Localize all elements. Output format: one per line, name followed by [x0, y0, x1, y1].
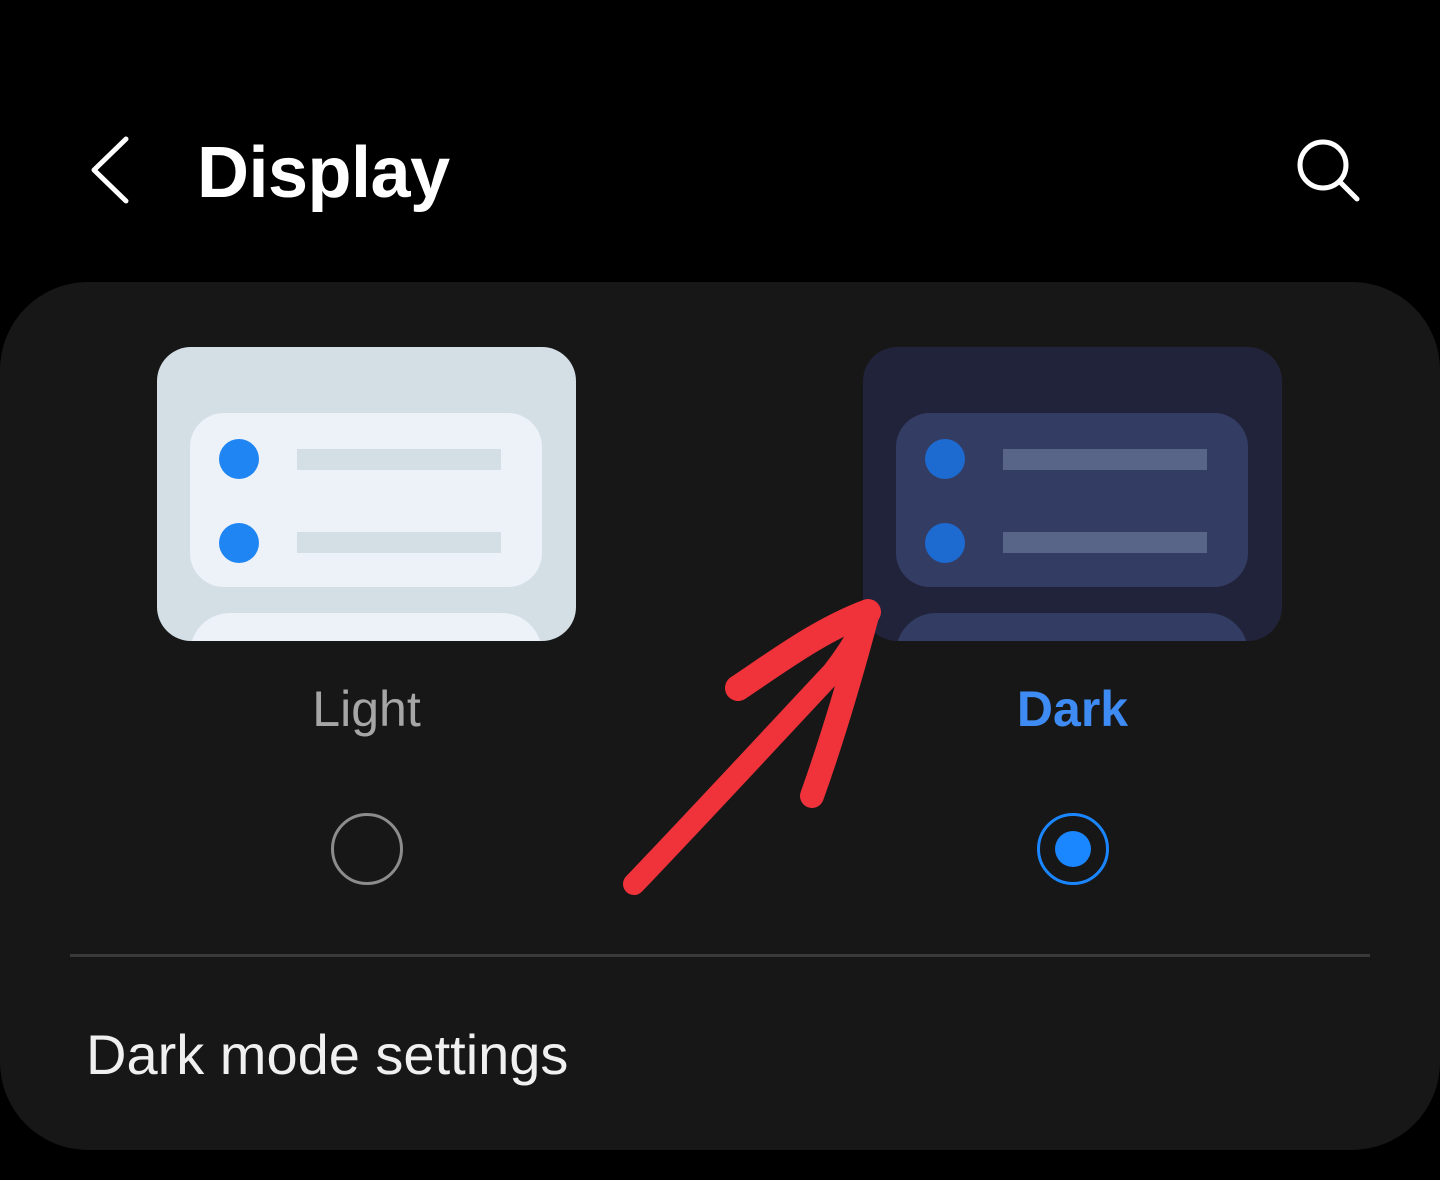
light-theme-preview[interactable] — [157, 347, 576, 641]
app-bar: Display — [0, 0, 1440, 270]
preview-dot — [925, 523, 965, 563]
preview-dot — [219, 523, 259, 563]
preview-list-card — [896, 413, 1248, 587]
theme-card: Light Dark Dark mode settings — [0, 282, 1440, 1150]
preview-card-bottom — [190, 613, 542, 641]
radio-selected-dot — [1055, 831, 1091, 867]
search-button[interactable] — [1280, 122, 1376, 218]
chevron-left-icon — [91, 136, 129, 204]
dark-theme-label: Dark — [1016, 681, 1129, 737]
dark-theme-radio[interactable] — [1037, 813, 1109, 885]
dark-mode-settings-item[interactable]: Dark mode settings — [0, 958, 1440, 1150]
preview-line — [1003, 449, 1207, 470]
preview-card-bottom — [896, 613, 1248, 641]
preview-dot — [925, 439, 965, 479]
dark-mode-settings-label: Dark mode settings — [86, 1023, 569, 1086]
display-settings-screen: Display Light Dark Dark mode settings — [0, 0, 1440, 1180]
light-theme-radio[interactable] — [331, 813, 403, 885]
divider — [70, 954, 1370, 957]
page-title: Display — [197, 133, 450, 213]
preview-list-card — [190, 413, 542, 587]
preview-line — [1003, 532, 1207, 553]
search-icon — [1297, 139, 1360, 202]
light-theme-label: Light — [312, 681, 421, 737]
preview-dot — [219, 439, 259, 479]
back-button[interactable] — [70, 120, 150, 220]
preview-line — [297, 532, 501, 553]
dark-theme-preview[interactable] — [863, 347, 1282, 641]
preview-line — [297, 449, 501, 470]
